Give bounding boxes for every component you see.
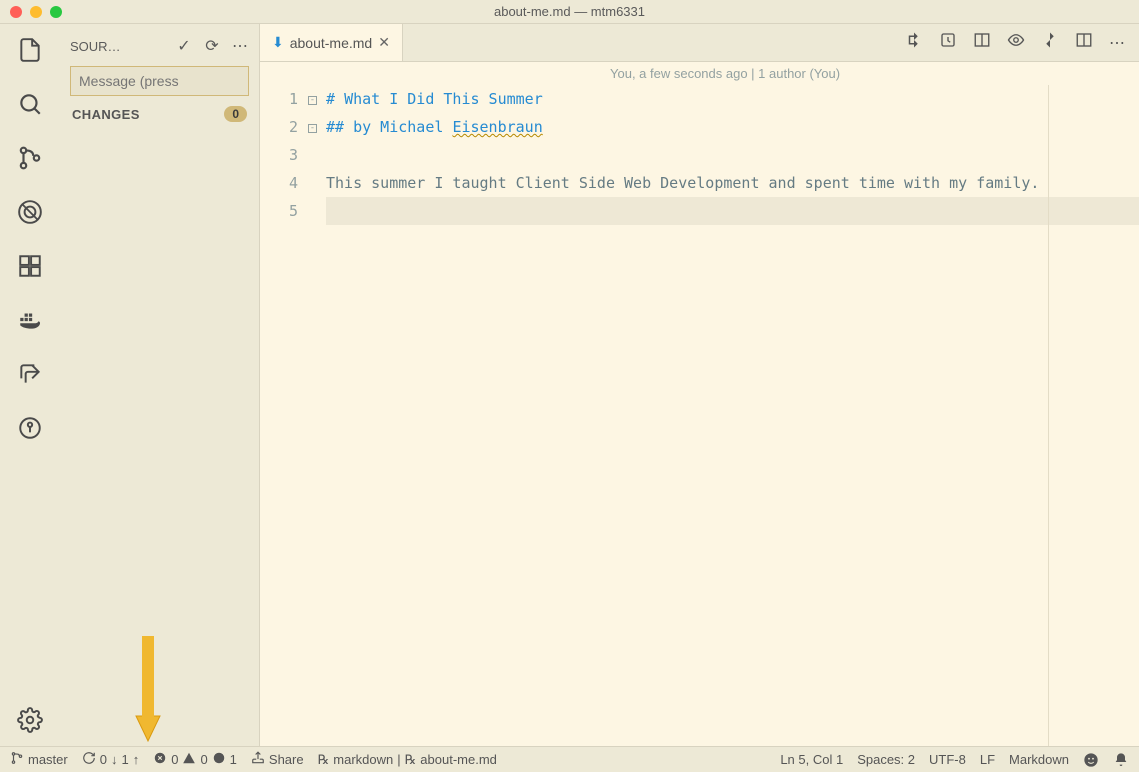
error-icon [153, 751, 167, 768]
commit-message-input[interactable] [70, 66, 249, 96]
toggle-view-icon[interactable] [1007, 31, 1025, 54]
changes-count-badge: 0 [224, 106, 247, 122]
symbol-icon: ℞ [405, 752, 417, 768]
line-number-gutter: 1 2 3 4 5 [260, 85, 308, 746]
fold-icon[interactable]: - [308, 96, 317, 105]
close-window-button[interactable] [10, 6, 22, 18]
tab-about-me[interactable]: ⬇ about-me.md ✕ [260, 24, 403, 61]
status-branch[interactable]: master [10, 751, 68, 768]
up-arrow-icon: ↑ [133, 752, 140, 767]
status-problems[interactable]: 0 0 1 [153, 751, 237, 768]
git-history-icon[interactable] [939, 31, 957, 54]
panel-title: SOUR… [70, 39, 165, 54]
split-editor-icon[interactable] [1075, 31, 1093, 54]
window-controls [0, 6, 62, 18]
maximize-window-button[interactable] [50, 6, 62, 18]
markdown-file-icon: ⬇ [272, 34, 284, 51]
docker-icon[interactable] [16, 306, 44, 334]
status-share[interactable]: Share [251, 751, 304, 768]
status-cursor-position[interactable]: Ln 5, Col 1 [780, 752, 843, 767]
down-arrow-icon: ↓ [111, 752, 118, 767]
changes-section-label[interactable]: CHANGES [72, 107, 140, 122]
symbol-icon: ℞ [318, 752, 330, 768]
code-editor[interactable]: 1 2 3 4 5 - - # What I Did This Summer #… [260, 85, 1139, 746]
close-tab-icon[interactable]: ✕ [378, 34, 390, 51]
status-sync[interactable]: 0↓ 1↑ [82, 751, 139, 768]
info-icon [212, 751, 226, 768]
status-eol[interactable]: LF [980, 752, 995, 767]
source-control-icon[interactable] [16, 144, 44, 172]
git-compare-icon[interactable] [905, 31, 923, 54]
debug-icon[interactable] [16, 198, 44, 226]
fold-icon[interactable]: - [308, 124, 317, 133]
minimap-divider [1048, 85, 1049, 746]
tab-bar: ⬇ about-me.md ✕ ⋯ [260, 24, 1139, 62]
status-feedback-icon[interactable] [1083, 752, 1099, 768]
share-icon [251, 751, 265, 768]
activity-bar [0, 24, 60, 746]
editor-area: ⬇ about-me.md ✕ ⋯ You, a few seconds ago… [260, 24, 1139, 746]
gitlens-annotation: You, a few seconds ago | 1 author (You) [260, 62, 1139, 85]
minimize-window-button[interactable] [30, 6, 42, 18]
branch-icon [10, 751, 24, 768]
tab-label: about-me.md [290, 35, 372, 51]
more-editor-actions-icon[interactable]: ⋯ [1109, 33, 1125, 53]
live-share-icon[interactable] [16, 360, 44, 388]
refresh-icon[interactable]: ⟳ [203, 36, 221, 56]
open-preview-icon[interactable] [973, 31, 991, 54]
source-control-panel: SOUR… ✓ ⟳ ⋯ CHANGES 0 [60, 24, 260, 746]
more-actions-icon[interactable]: ⋯ [231, 36, 249, 56]
status-indentation[interactable]: Spaces: 2 [857, 752, 915, 767]
search-icon[interactable] [16, 90, 44, 118]
sync-icon [82, 751, 96, 768]
explorer-icon[interactable] [16, 36, 44, 64]
status-bar: master 0↓ 1↑ 0 0 1 Share ℞ markdown | ℞ … [0, 746, 1139, 772]
fold-gutter: - - [308, 85, 326, 746]
status-encoding[interactable]: UTF-8 [929, 752, 966, 767]
warning-icon [182, 751, 196, 768]
diff-icon[interactable] [1041, 31, 1059, 54]
status-language[interactable]: Markdown [1009, 752, 1069, 767]
title-bar: about-me.md — mtm6331 [0, 0, 1139, 24]
status-scope[interactable]: ℞ markdown | ℞ about-me.md [318, 752, 497, 768]
settings-gear-icon[interactable] [16, 706, 44, 734]
commit-check-icon[interactable]: ✓ [175, 36, 193, 56]
extensions-icon[interactable] [16, 252, 44, 280]
window-title: about-me.md — mtm6331 [494, 4, 645, 19]
status-bell-icon[interactable] [1113, 752, 1129, 768]
gitlens-icon[interactable] [16, 414, 44, 442]
